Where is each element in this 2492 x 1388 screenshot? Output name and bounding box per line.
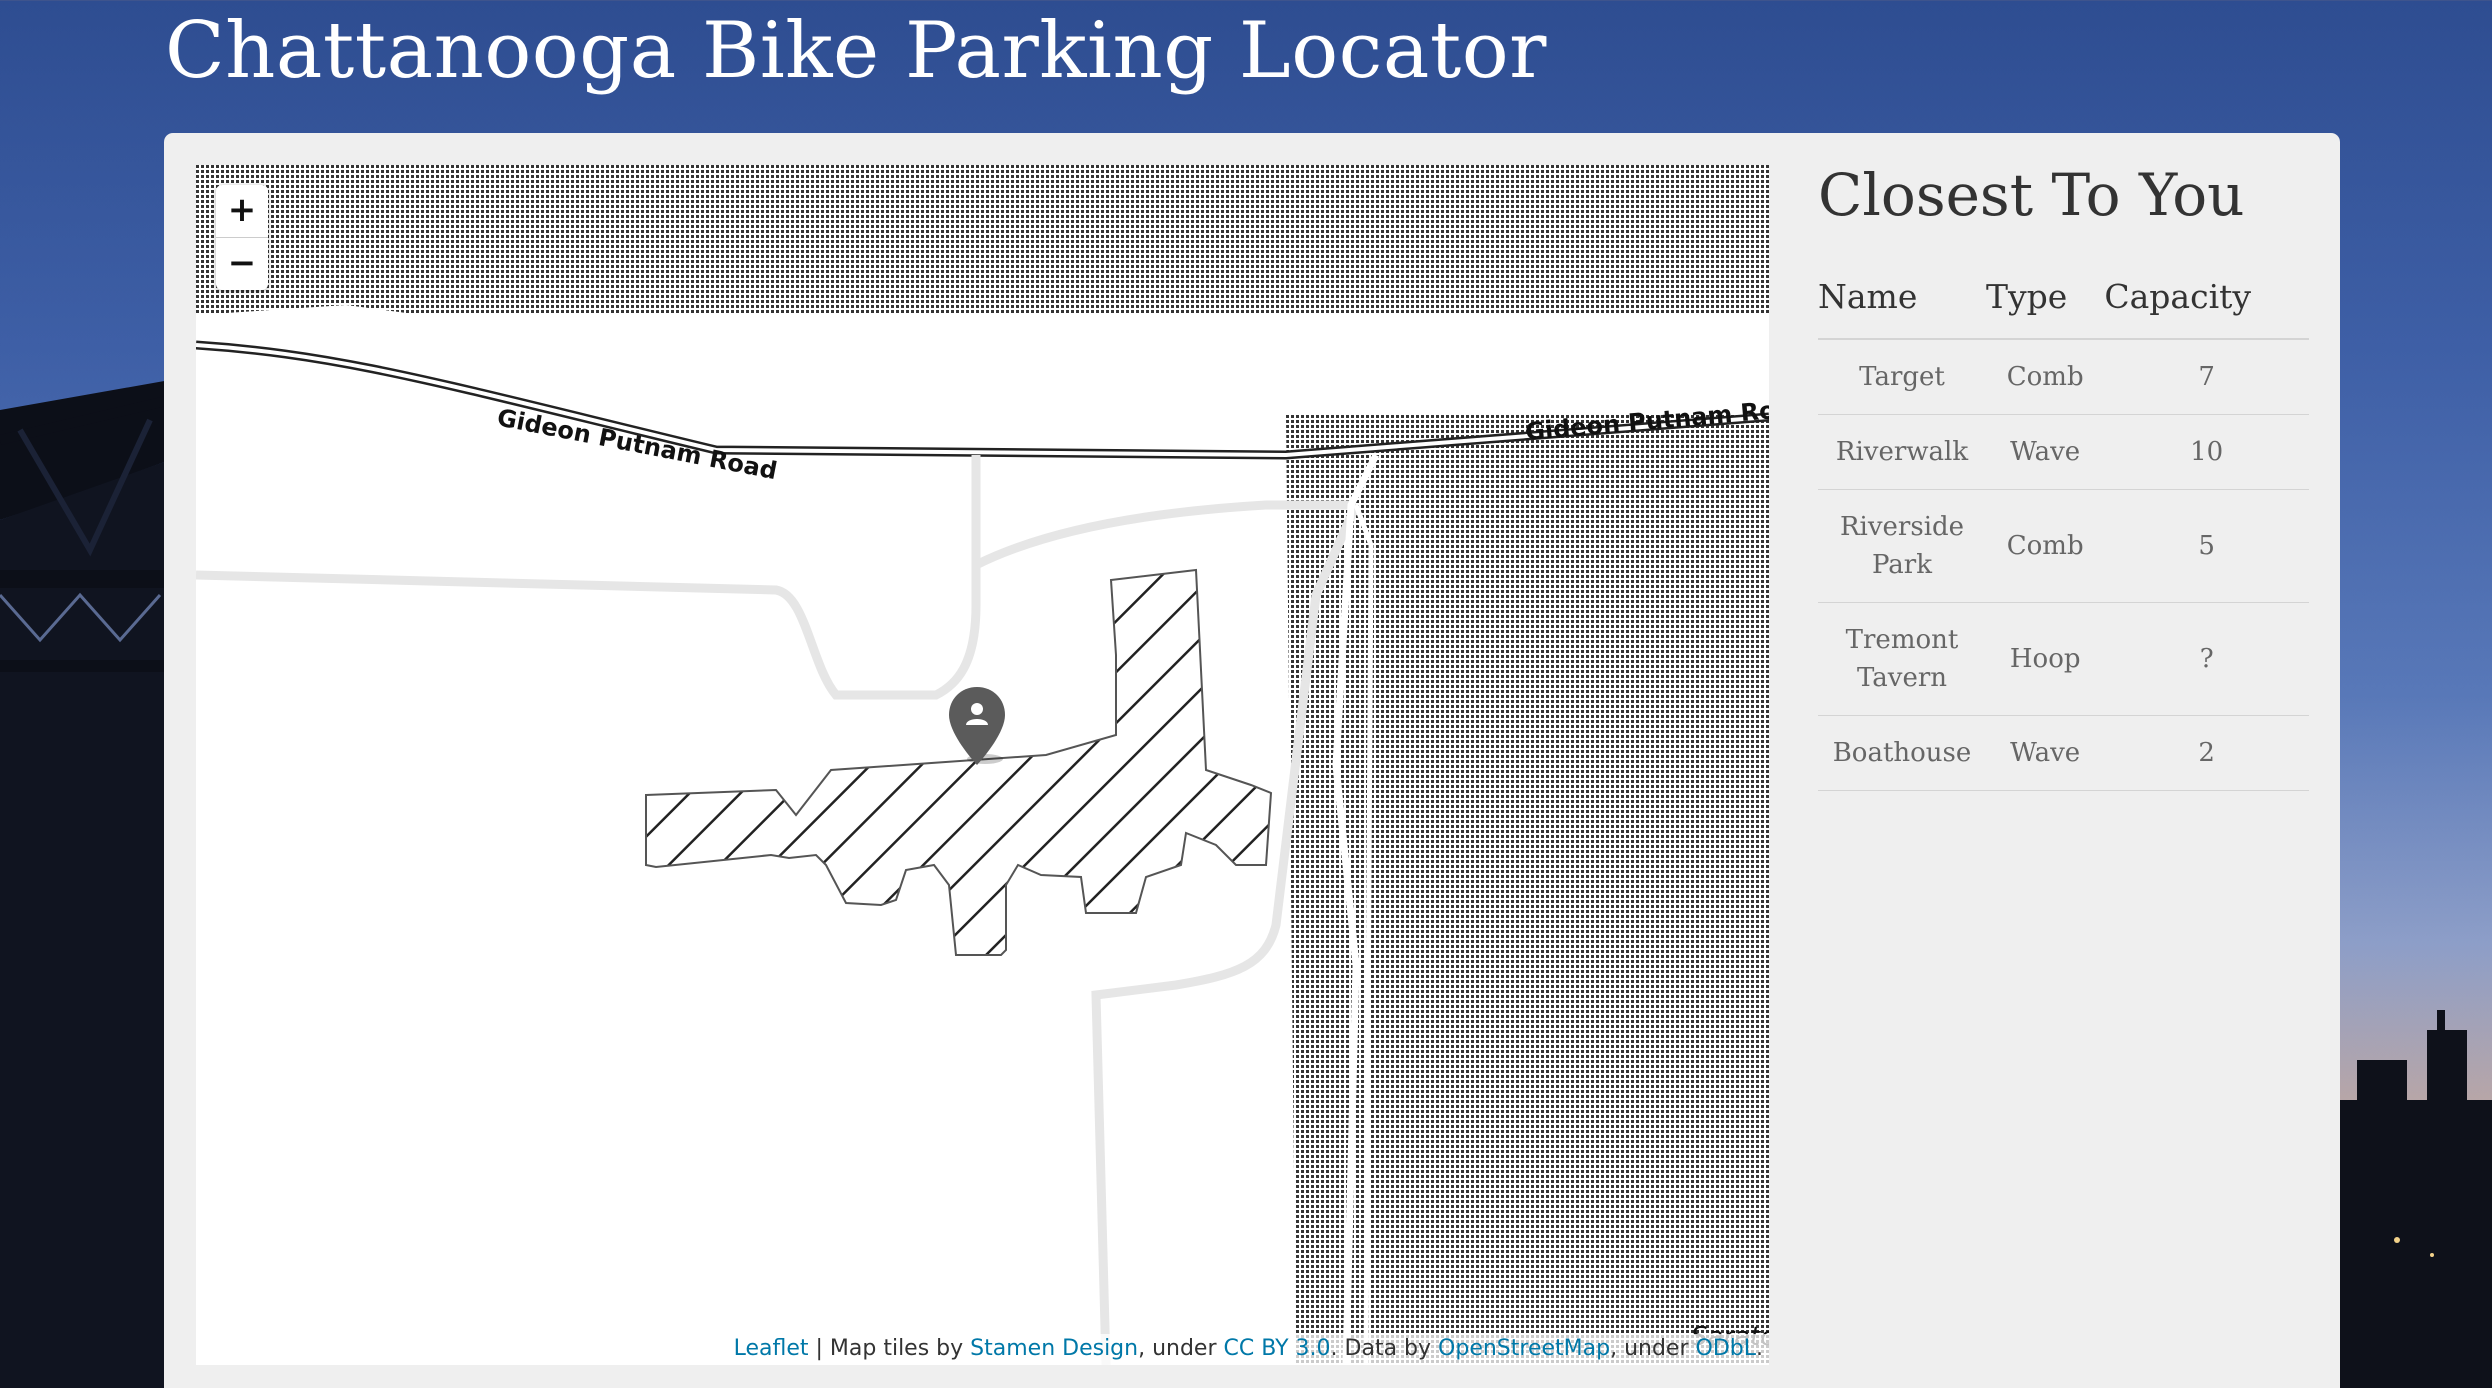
table-header-row: Name Type Capacity: [1818, 277, 2309, 340]
closest-sidebar: Closest To You Name Type Capacity Target…: [1818, 161, 2318, 791]
column-header-capacity: Capacity: [2104, 277, 2309, 340]
cell-capacity: 2: [2104, 715, 2309, 791]
zoom-out-button[interactable]: −: [216, 238, 268, 290]
content-panel: Gideon Putnam Road Gideon Putnam Road Sa…: [164, 133, 2340, 1388]
stamen-link[interactable]: Stamen Design: [970, 1336, 1138, 1361]
osm-link[interactable]: OpenStreetMap: [1438, 1336, 1610, 1361]
cell-capacity: 7: [2104, 339, 2309, 415]
cell-name: Tremont Tavern: [1818, 602, 1986, 716]
table-row[interactable]: Boathouse Wave 2: [1818, 715, 2309, 791]
odbl-link[interactable]: ODbL: [1696, 1336, 1756, 1361]
cell-name: Target: [1818, 339, 1986, 415]
zoom-control: + −: [216, 185, 268, 290]
cell-type: Comb: [1986, 489, 2105, 603]
cell-capacity: ?: [2104, 602, 2309, 716]
map-view[interactable]: Gideon Putnam Road Gideon Putnam Road Sa…: [196, 165, 1769, 1365]
city-silhouette: [2337, 1010, 2492, 1388]
table-row[interactable]: Riverside Park Comb 5: [1818, 489, 2309, 603]
table-row[interactable]: Tremont Tavern Hoop ?: [1818, 602, 2309, 716]
table-row[interactable]: Riverwalk Wave 10: [1818, 414, 2309, 490]
cell-name: Riverwalk: [1818, 414, 1986, 490]
cell-type: Hoop: [1986, 602, 2105, 716]
parking-table: Name Type Capacity Target Comb 7 Riverwa…: [1818, 277, 2309, 791]
cell-type: Wave: [1986, 414, 2105, 490]
user-location-pin-icon[interactable]: [947, 685, 1007, 767]
cc-license-link[interactable]: CC BY 3.0: [1224, 1336, 1331, 1361]
column-header-type: Type: [1986, 277, 2105, 340]
page-title: Chattanooga Bike Parking Locator: [165, 6, 1547, 96]
table-row[interactable]: Target Comb 7: [1818, 339, 2309, 415]
attribution-text: Map tiles by: [829, 1336, 971, 1361]
attribution-text: , under: [1610, 1336, 1696, 1361]
cell-type: Comb: [1986, 339, 2105, 415]
map-attribution: Leaflet | Map tiles by Stamen Design, un…: [727, 1334, 1769, 1365]
attribution-text: , under: [1138, 1336, 1224, 1361]
attribution-separator: |: [808, 1336, 830, 1361]
bridge-silhouette: [0, 380, 170, 1388]
attribution-text: .: [1756, 1336, 1763, 1361]
attribution-text: . Data by: [1330, 1336, 1439, 1361]
sidebar-title: Closest To You: [1818, 161, 2245, 229]
cell-type: Wave: [1986, 715, 2105, 791]
column-header-name: Name: [1818, 277, 1986, 340]
cell-name: Riverside Park: [1818, 489, 1986, 603]
zoom-in-button[interactable]: +: [216, 185, 268, 238]
leaflet-link[interactable]: Leaflet: [734, 1336, 809, 1361]
cell-capacity: 5: [2104, 489, 2309, 603]
cell-capacity: 10: [2104, 414, 2309, 490]
cell-name: Boathouse: [1818, 715, 1986, 791]
water-area-right: [1286, 415, 1769, 1365]
